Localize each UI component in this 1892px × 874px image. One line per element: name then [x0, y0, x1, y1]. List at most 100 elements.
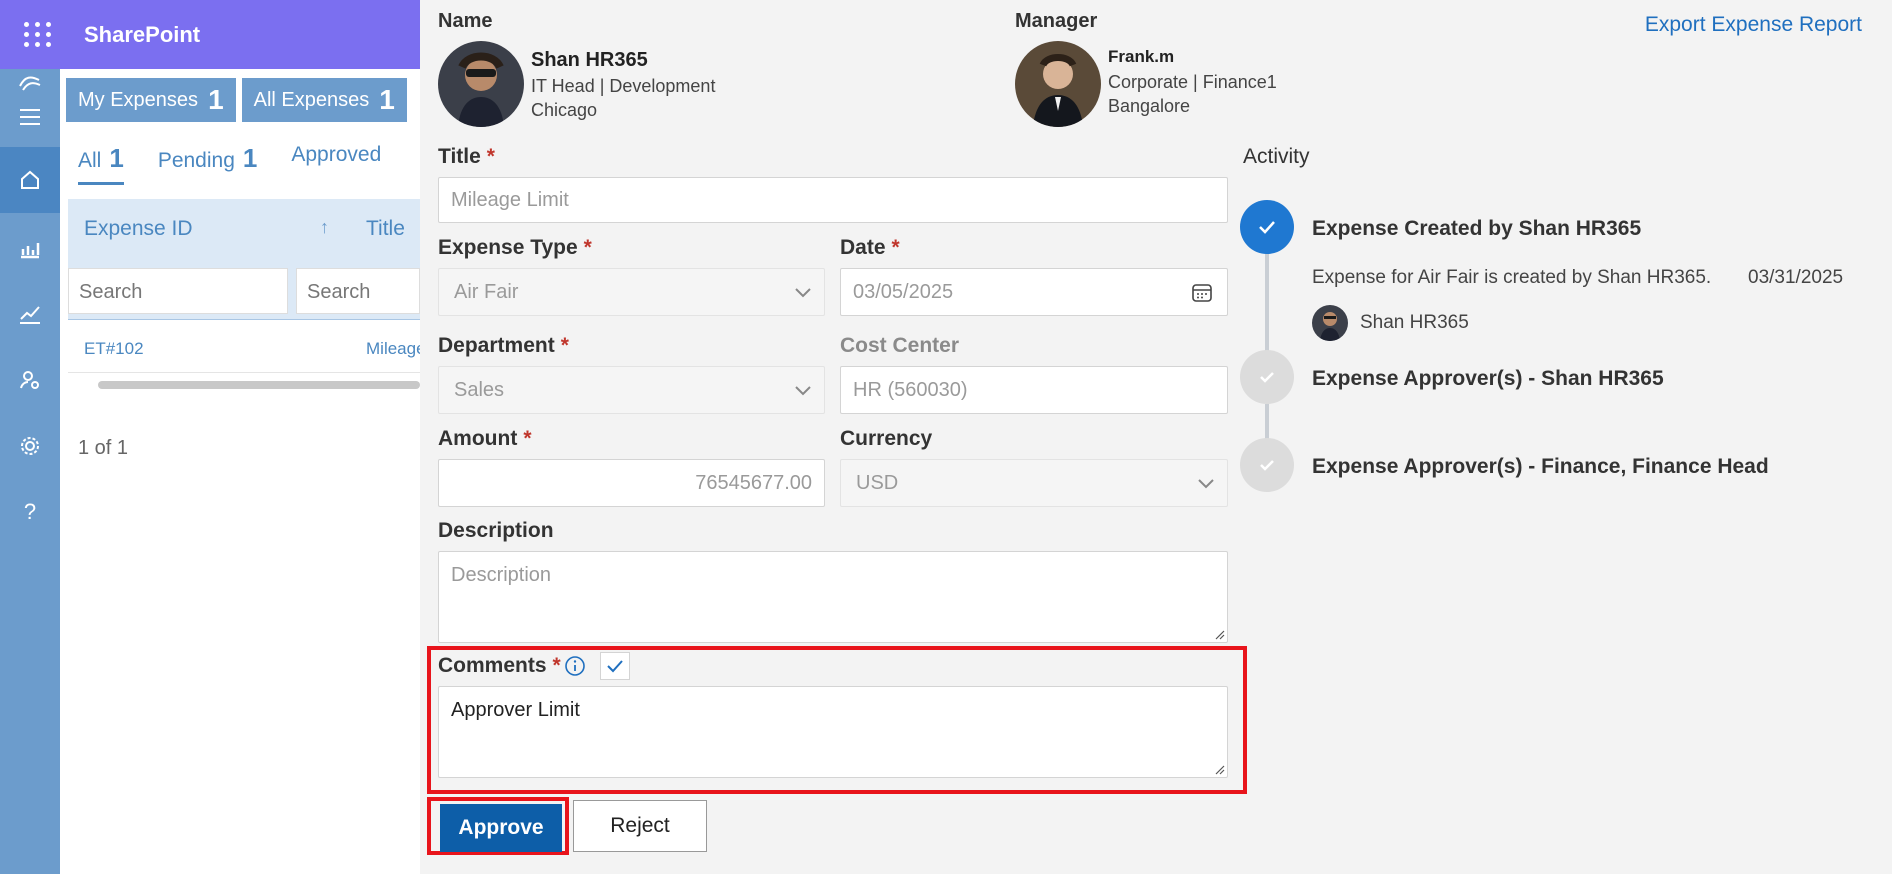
tab-label: My Expenses	[78, 88, 199, 111]
label-text: Date	[840, 236, 886, 259]
tab-label: All Expenses	[253, 88, 370, 111]
amount-input[interactable]: 76545677.00	[438, 459, 825, 507]
app-launcher-icon[interactable]	[20, 17, 56, 53]
department-dropdown[interactable]: Sales	[438, 366, 825, 414]
gear-icon[interactable]	[0, 413, 60, 479]
date-value: 03/05/2025	[853, 280, 954, 303]
hamburger-icon[interactable]	[0, 99, 60, 135]
amount-label: Amount *	[438, 427, 532, 451]
title-input[interactable]: Mileage Limit	[438, 177, 1228, 223]
sort-ascending-icon[interactable]: ↑	[320, 217, 329, 238]
activity-item-title: Expense Approver(s) - Finance, Finance H…	[1312, 455, 1769, 478]
grid-header: Expense ID ↑ Title	[68, 199, 420, 262]
subtab-label: Approved	[291, 143, 382, 166]
title-cell[interactable]: Mileage	[366, 339, 426, 359]
help-icon[interactable]: ?	[0, 479, 60, 545]
currency-label: Currency	[840, 427, 933, 450]
chevron-down-icon	[1198, 479, 1214, 489]
required-marker: *	[891, 236, 900, 259]
left-nav-rail: ?	[0, 69, 60, 874]
activity-user-avatar	[1312, 305, 1348, 341]
expense-list-page: My Expenses 1 All Expenses 1 All 1 Pending 1…	[60, 69, 426, 874]
subtab-label: Pending	[157, 149, 235, 172]
date-label: Date *	[840, 236, 900, 260]
textarea-placeholder: Description	[451, 564, 552, 586]
column-expense-id[interactable]: Expense ID	[84, 217, 193, 241]
label-text: Department	[438, 334, 555, 357]
export-expense-report-link[interactable]: Export Expense Report	[1645, 13, 1862, 37]
subtab-all[interactable]: All 1	[78, 143, 124, 185]
manager-location: Bangalore	[1108, 96, 1191, 116]
reject-button[interactable]: Reject	[573, 800, 707, 852]
label-text: Expense Type	[438, 236, 578, 259]
label-text: Title	[438, 145, 481, 168]
cost-center-input[interactable]: HR (560030)	[840, 366, 1228, 414]
subtab-count: 1	[242, 143, 258, 173]
employee-role: IT Head | Development	[531, 76, 716, 96]
horizontal-scrollbar[interactable]	[98, 381, 420, 389]
activity-item-text: Expense for Air Fair is created by Shan …	[1312, 267, 1712, 288]
user-settings-icon[interactable]	[0, 347, 60, 413]
checkmark-icon	[607, 660, 623, 673]
activity-item-date: 03/31/2025	[1748, 267, 1844, 288]
title-search-input[interactable]: Search	[296, 268, 420, 314]
dropdown-value: USD	[856, 471, 899, 494]
subtab-pending[interactable]: Pending 1	[158, 143, 258, 185]
logo-icon	[0, 69, 60, 99]
required-marker: *	[486, 145, 495, 168]
subtab-approved[interactable]: Approved	[291, 143, 381, 185]
info-icon[interactable]	[564, 655, 586, 677]
employee-avatar	[438, 41, 524, 127]
comments-label: Comments *	[438, 654, 561, 678]
description-label: Description	[438, 519, 554, 542]
activity-item-title: Expense Approver(s) - Shan HR365	[1312, 367, 1664, 390]
required-marker: *	[560, 334, 569, 357]
grid-filter-row: Search Search	[68, 262, 420, 320]
expense-id-search-input[interactable]: Search	[68, 268, 288, 314]
expense-type-dropdown[interactable]: Air Fair	[438, 268, 825, 316]
timeline-connector	[1265, 252, 1269, 352]
bar-chart-icon[interactable]	[0, 215, 60, 281]
approve-button[interactable]: Approve	[440, 804, 562, 852]
tab-all-expenses[interactable]: All Expenses 1	[241, 78, 407, 122]
label-text: Amount	[438, 427, 518, 450]
expense-id-cell[interactable]: ET#102	[84, 339, 144, 359]
activity-item-title: Expense Created by Shan HR365	[1312, 217, 1642, 240]
app-brand[interactable]: SharePoint	[84, 22, 200, 48]
comments-checkbox[interactable]	[600, 652, 630, 680]
resize-grip-icon[interactable]	[1213, 628, 1225, 640]
chevron-down-icon	[795, 288, 811, 298]
comments-textarea[interactable]: Approver Limit	[438, 686, 1228, 778]
app-header: SharePoint	[0, 0, 420, 69]
dropdown-value: Sales	[454, 378, 505, 401]
view-tabs: My Expenses 1 All Expenses 1	[66, 78, 407, 122]
date-picker[interactable]: 03/05/2025	[840, 268, 1228, 316]
currency-dropdown[interactable]: USD	[840, 459, 1228, 507]
subtab-label: All	[78, 149, 102, 172]
manager-role: Corporate | Finance1	[1108, 72, 1277, 92]
resize-grip-icon[interactable]	[1213, 763, 1225, 775]
calendar-icon[interactable]	[1191, 281, 1213, 303]
timeline-step-pending-icon	[1240, 350, 1294, 404]
required-marker: *	[552, 654, 561, 677]
tab-count: 1	[379, 84, 395, 115]
textarea-value: Approver Limit	[451, 699, 580, 721]
title-field-label: Title *	[438, 145, 495, 169]
description-textarea[interactable]: Description	[438, 551, 1228, 643]
status-filter-tabs: All 1 Pending 1 Approved	[78, 143, 381, 185]
cost-center-label: Cost Center	[840, 334, 960, 357]
trend-icon[interactable]	[0, 281, 60, 347]
tab-my-expenses[interactable]: My Expenses 1	[66, 78, 236, 122]
home-icon[interactable]	[0, 147, 60, 213]
employee-name: Shan HR365	[531, 49, 648, 71]
manager-avatar	[1015, 41, 1101, 127]
table-row[interactable]: ET#102 Mileage	[68, 323, 426, 373]
timeline-step-pending-icon	[1240, 438, 1294, 492]
required-marker: *	[583, 236, 592, 259]
subtab-count: 1	[109, 143, 124, 173]
expense-type-label: Expense Type *	[438, 236, 592, 260]
activity-heading: Activity	[1243, 145, 1310, 168]
expense-detail-panel: Name Manager Export Expense Report Shan …	[420, 0, 1892, 874]
chevron-down-icon	[795, 386, 811, 396]
column-title[interactable]: Title	[366, 217, 405, 241]
